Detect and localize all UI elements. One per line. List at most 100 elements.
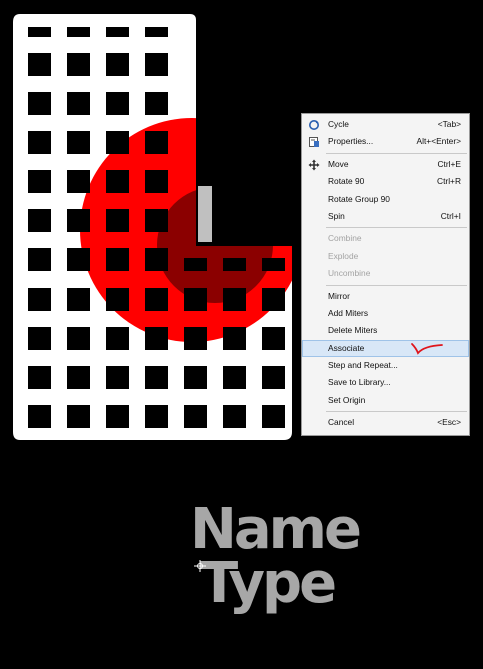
hole-cell [223,366,246,389]
hole-cell [67,92,90,115]
name-type-text[interactable]: Name Type [190,497,380,616]
hole-cell [28,366,51,389]
menu-item-step-and-repeat[interactable]: Step and Repeat... [302,357,469,374]
menu-item-shortcut: <Esc> [437,417,461,428]
hole-cell [106,92,129,115]
hole-cell [145,92,168,115]
menu-item-combine[interactable]: Combine [302,230,469,247]
hole-cell [67,366,90,389]
hole-cell [106,53,129,76]
board-slot [198,186,212,242]
menu-separator [326,284,467,286]
menu-item-rotate-group-90[interactable]: Rotate Group 90 [302,191,469,208]
hole-cell [106,131,129,154]
menu-item-label: Add Miters [328,307,369,318]
menu-item-label: Move [328,158,349,169]
menu-item-label: Set Origin [328,394,366,405]
hole-cell [106,327,129,350]
menu-item-save-to-library[interactable]: Save to Library... [302,374,469,391]
menu-separator [326,152,467,154]
menu-item-label: Save to Library... [328,377,391,388]
hole-cell [106,366,129,389]
hole-cell [145,288,168,311]
menu-item-cycle[interactable]: Cycle <Tab> [302,116,469,133]
menu-item-label: Properties... [328,136,374,147]
hole-cell [145,131,168,154]
menu-item-label: Cycle [328,119,349,129]
hole-cell [262,327,285,350]
move-icon [308,159,320,171]
menu-item-associate[interactable]: Associate [302,339,469,358]
hole-cell [223,258,246,271]
hole-cell [28,288,51,311]
menu-item-uncombine[interactable]: Uncombine [302,265,469,282]
menu-item-move[interactable]: Move Ctrl+E [302,156,469,173]
menu-item-cancel[interactable]: Cancel <Esc> [302,414,469,431]
menu-item-label: Cancel [328,417,355,428]
hole-cell [145,209,168,232]
hole-cell [262,366,285,389]
hole-cell [262,288,285,311]
hole-cell [223,405,246,428]
menu-item-delete-miters[interactable]: Delete Miters [302,322,469,339]
hole-cell [223,327,246,350]
cycle-icon [308,119,320,131]
origin-crosshair-icon [194,560,206,572]
menu-item-label: Delete Miters [328,325,378,336]
hole-cell [106,405,129,428]
type-text: Type [200,551,337,616]
hole-cell [28,248,51,271]
hole-cell [184,288,207,311]
menu-item-label: Rotate Group 90 [328,193,390,204]
menu-item-add-miters[interactable]: Add Miters [302,305,469,322]
hole-cell [145,53,168,76]
hole-cell [106,209,129,232]
hole-cell [67,327,90,350]
hole-cell [145,366,168,389]
hole-cell [184,366,207,389]
menu-item-set-origin[interactable]: Set Origin [302,392,469,409]
hole-cell [67,170,90,193]
hole-cell [145,327,168,350]
hole-cell [28,209,51,232]
menu-item-label: Explode [328,250,359,261]
menu-item-shortcut: Alt+<Enter> [416,136,461,147]
hole-cell [106,248,129,271]
hole-cell [67,209,90,232]
menu-item-explode[interactable]: Explode [302,248,469,265]
hole-cell [106,170,129,193]
hole-cell [184,327,207,350]
red-checkmark-icon [411,342,443,355]
dark-circle-inner [157,187,273,303]
hole-cell [145,248,168,271]
hole-cell [262,405,285,428]
menu-item-label: Spin [328,210,345,221]
hole-cell [145,27,168,37]
hole-cell [184,258,207,271]
hole-cell [106,288,129,311]
name-text: Name [190,497,362,562]
menu-item-mirror[interactable]: Mirror [302,288,469,305]
context-menu: Cycle <Tab> Properties... Alt+<Enter> Move Ct… [301,113,470,436]
menu-item-rotate-90[interactable]: Rotate 90 Ctrl+R [302,173,469,190]
menu-item-label: Mirror [328,290,350,301]
hole-cell [28,405,51,428]
hole-cell [28,327,51,350]
hole-cell [262,258,285,271]
menu-item-label: Associate [328,342,365,353]
menu-item-label: Step and Repeat... [328,360,398,371]
hole-cell [28,27,51,37]
hole-cell [28,131,51,154]
menu-separator [326,411,467,413]
hole-cell [67,53,90,76]
menu-item-spin[interactable]: Spin Ctrl+I [302,208,469,225]
hole-cell [145,170,168,193]
menu-item-properties[interactable]: Properties... Alt+<Enter> [302,133,469,150]
hole-cell [67,405,90,428]
menu-item-label: Rotate 90 [328,176,365,187]
menu-item-shortcut: Ctrl+E [437,158,461,169]
hole-cell [184,405,207,428]
hole-cell [145,405,168,428]
hole-cell [106,27,129,37]
hole-cell [67,288,90,311]
